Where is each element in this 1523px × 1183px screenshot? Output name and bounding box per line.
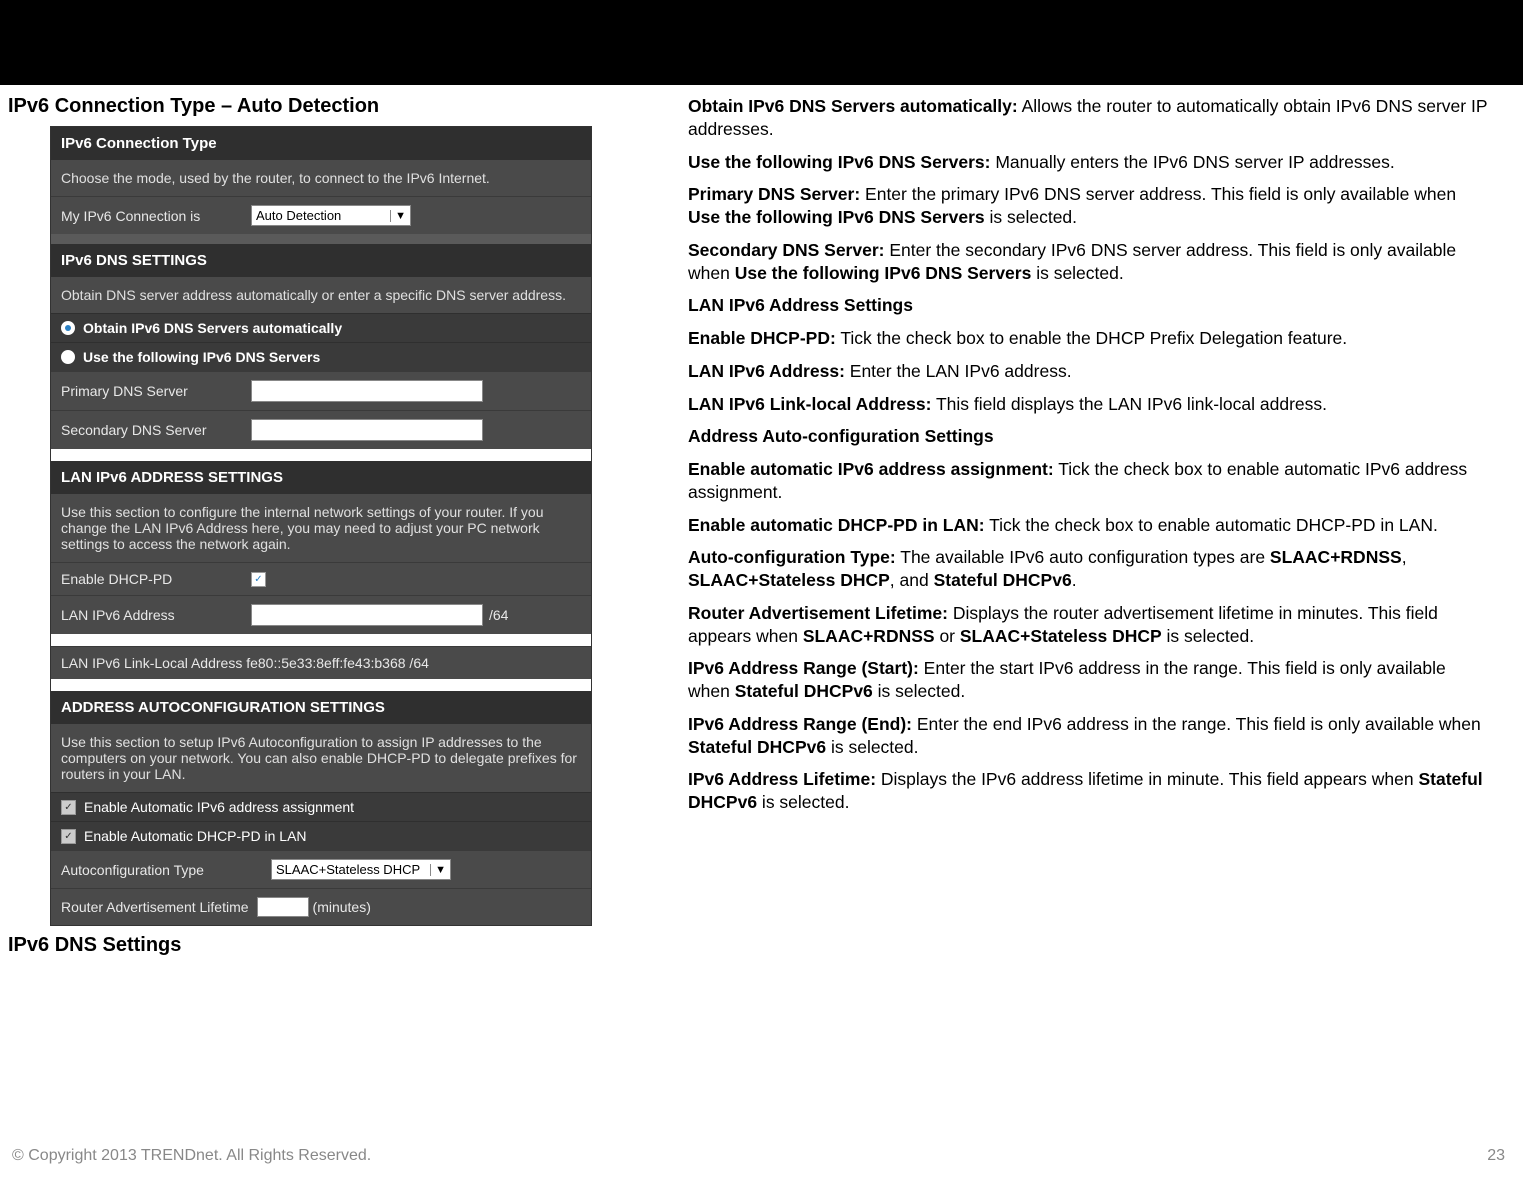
autoconf-type-label: Autoconfiguration Type: [61, 862, 271, 878]
section-autoconf-head: ADDRESS AUTOCONFIGURATION SETTINGS: [51, 691, 591, 724]
connection-row: My IPv6 Connection is Auto Detection ▼: [51, 196, 591, 234]
secondary-dns-label: Secondary DNS Server: [61, 422, 251, 438]
section-ipv6-conn-type-desc: Choose the mode, used by the router, to …: [51, 160, 591, 196]
radio-obtain-auto-label: Obtain IPv6 DNS Servers automatically: [83, 320, 342, 336]
autoconf-type-row: Autoconfiguration Type SLAAC+Stateless D…: [51, 850, 591, 888]
footer-page-number: 23: [1487, 1147, 1505, 1165]
auto-pd-checkbox[interactable]: ✓: [61, 829, 76, 844]
section-ipv6-conn-type-head: IPv6 Connection Type: [51, 127, 591, 160]
lan-ipv6-addr-suffix: /64: [489, 607, 508, 623]
ra-lifetime-row: Router Advertisement Lifetime (minutes): [51, 888, 591, 925]
autoconf-type-value: SLAAC+Stateless DHCP: [276, 862, 420, 877]
auto-assign-row[interactable]: ✓ Enable Automatic IPv6 address assignme…: [51, 792, 591, 821]
page-title: IPv6 Connection Type – Auto Detection: [8, 95, 648, 118]
lan-ipv6-addr-row: LAN IPv6 Address /64: [51, 595, 591, 634]
section-dns-desc: Obtain DNS server address automatically …: [51, 277, 591, 313]
dhcp-pd-checkbox[interactable]: ✓: [251, 572, 266, 587]
ra-lifetime-label: Router Advertisement Lifetime: [61, 899, 249, 915]
ra-lifetime-input[interactable]: [257, 897, 309, 917]
radio-obtain-auto[interactable]: Obtain IPv6 DNS Servers automatically: [51, 313, 591, 342]
connection-label: My IPv6 Connection is: [61, 208, 251, 224]
dhcp-pd-row: Enable DHCP-PD ✓: [51, 562, 591, 595]
sub-heading-dns-settings: IPv6 DNS Settings: [8, 934, 648, 957]
lan-ipv6-addr-input[interactable]: [251, 604, 483, 626]
section-autoconf-desc: Use this section to setup IPv6 Autoconfi…: [51, 724, 591, 792]
primary-dns-label: Primary DNS Server: [61, 383, 251, 399]
primary-dns-input[interactable]: [251, 380, 483, 402]
radio-use-following-label: Use the following IPv6 DNS Servers: [83, 349, 320, 365]
section-dns-head: IPv6 DNS SETTINGS: [51, 244, 591, 277]
auto-assign-label: Enable Automatic IPv6 address assignment: [84, 799, 354, 815]
secondary-dns-input[interactable]: [251, 419, 483, 441]
connection-select-value: Auto Detection: [256, 208, 341, 223]
primary-dns-row: Primary DNS Server: [51, 371, 591, 410]
section-lan-desc: Use this section to configure the intern…: [51, 494, 591, 562]
ra-lifetime-unit: (minutes): [313, 899, 371, 915]
dhcp-pd-label: Enable DHCP-PD: [61, 571, 251, 587]
documentation-text: Obtain IPv6 DNS Servers automatically: A…: [648, 95, 1491, 965]
auto-pd-row[interactable]: ✓ Enable Automatic DHCP-PD in LAN: [51, 821, 591, 850]
chevron-down-icon: ▼: [390, 210, 406, 222]
secondary-dns-row: Secondary DNS Server: [51, 410, 591, 449]
footer-copyright: © Copyright 2013 TRENDnet. All Rights Re…: [12, 1147, 371, 1165]
router-settings-panel: IPv6 Connection Type Choose the mode, us…: [50, 126, 592, 926]
connection-select[interactable]: Auto Detection ▼: [251, 205, 411, 226]
auto-assign-checkbox[interactable]: ✓: [61, 800, 76, 815]
lan-linklocal-text: LAN IPv6 Link-Local Address fe80::5e33:8…: [61, 655, 429, 671]
header-black-bar: [0, 0, 1523, 85]
section-lan-head: LAN IPv6 ADDRESS SETTINGS: [51, 461, 591, 494]
radio-icon: [61, 350, 75, 364]
lan-ipv6-addr-label: LAN IPv6 Address: [61, 607, 251, 623]
auto-pd-label: Enable Automatic DHCP-PD in LAN: [84, 828, 307, 844]
radio-use-following[interactable]: Use the following IPv6 DNS Servers: [51, 342, 591, 371]
lan-linklocal-row: LAN IPv6 Link-Local Address fe80::5e33:8…: [51, 646, 591, 679]
radio-icon: [61, 321, 75, 335]
autoconf-type-select[interactable]: SLAAC+Stateless DHCP ▼: [271, 859, 451, 880]
chevron-down-icon: ▼: [430, 864, 446, 876]
